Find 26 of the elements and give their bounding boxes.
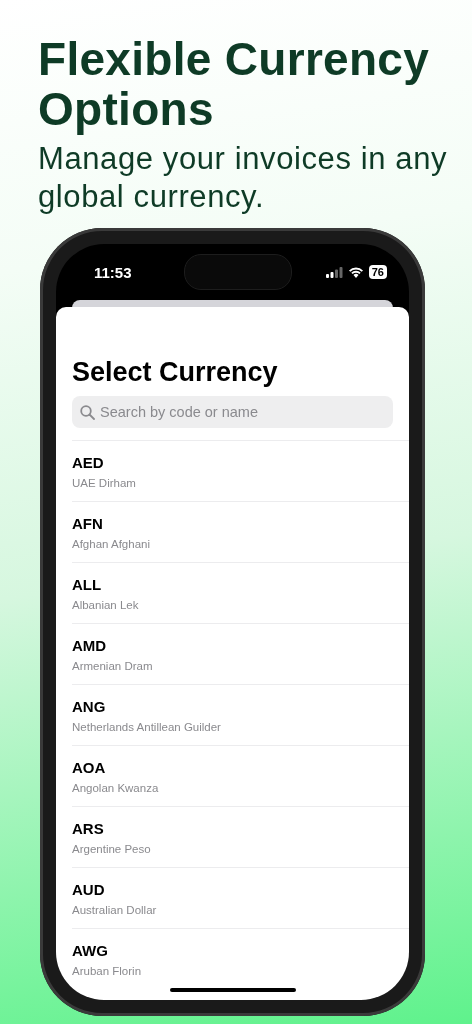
- search-field[interactable]: Search by code or name: [72, 396, 393, 428]
- subtitle: Manage your invoices in any global currency.: [38, 140, 449, 216]
- currency-name: Aruban Florin: [72, 965, 143, 977]
- status-time: 11:53: [94, 263, 132, 281]
- currency-name: Afghan Afghani: [72, 538, 151, 550]
- currency-name: Angolan Kwanza: [72, 782, 160, 794]
- headline: Flexible Currency Options: [38, 34, 431, 134]
- currency-code[interactable]: ALL: [72, 576, 409, 593]
- currency-name: Argentine Peso: [72, 843, 152, 855]
- battery-level: 76: [368, 265, 387, 279]
- currency-name: Armenian Dram: [72, 660, 154, 672]
- signal-icon: [325, 266, 343, 278]
- currency-code[interactable]: AMD: [72, 637, 409, 654]
- currency-code[interactable]: AED: [72, 454, 409, 471]
- sheet-title: Select Currency: [72, 357, 279, 388]
- currency-name: Albanian Lek: [72, 599, 140, 611]
- currency-code[interactable]: AUD: [72, 881, 409, 898]
- currency-name: Australian Dollar: [72, 904, 158, 916]
- currency-code[interactable]: ANG: [72, 698, 409, 715]
- currency-code[interactable]: AWG: [72, 942, 409, 959]
- currency-code[interactable]: ARS: [72, 820, 409, 837]
- currency-code[interactable]: AOA: [72, 759, 409, 776]
- currency-name: Netherlands Antillean Guilder: [72, 721, 222, 733]
- currency-code[interactable]: AFN: [72, 515, 409, 532]
- wifi-icon: [347, 266, 364, 278]
- currency-name: UAE Dirham: [72, 477, 137, 489]
